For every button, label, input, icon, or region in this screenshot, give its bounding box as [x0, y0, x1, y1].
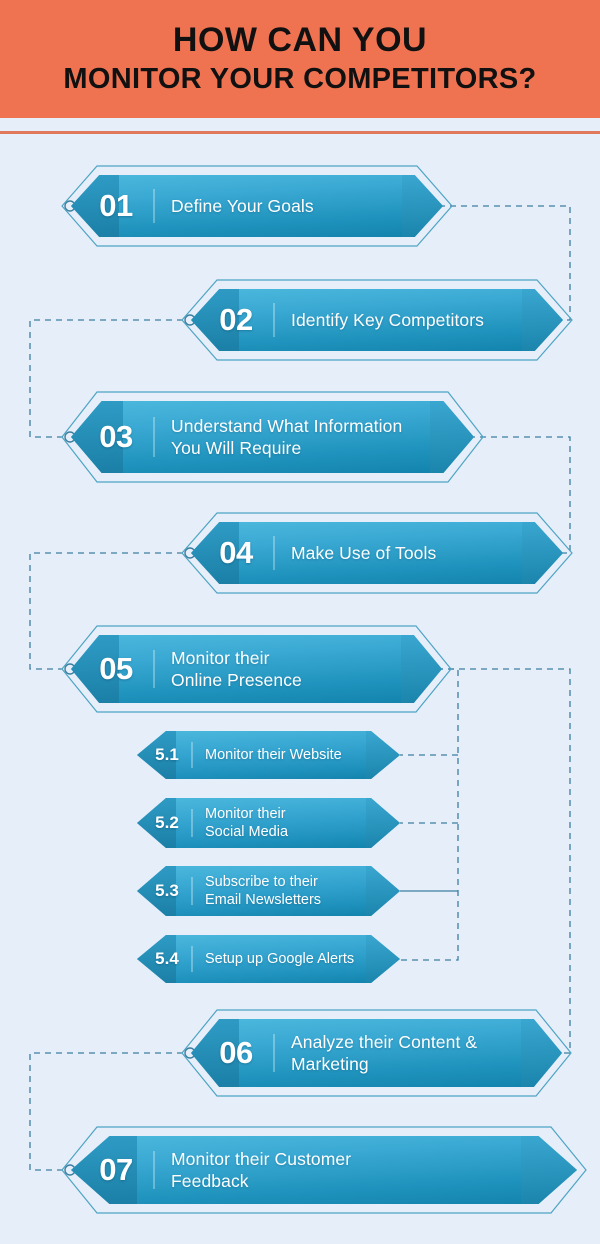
substep-number-5-2: 5.2: [155, 813, 179, 832]
substep-number-5-3: 5.3: [155, 881, 179, 900]
step-label-01: Define Your Goals: [171, 195, 314, 216]
substep-node-5-4[interactable]: 5.4 Setup up Google Alerts: [137, 935, 400, 983]
step-number-07: 07: [99, 1152, 133, 1187]
substep-node-5-3[interactable]: 5.3 Subscribe to their Email Newsletters: [137, 866, 400, 916]
step-body-06: 06 Analyze their Content & Marketing: [191, 1019, 562, 1087]
step-label-03: Understand What Information You Will Requ…: [171, 415, 403, 458]
wire-05-to-substeps-bus: [400, 668, 459, 961]
page-title-line-2: MONITOR YOUR COMPETITORS?: [63, 62, 537, 95]
substep-label-5-3: Subscribe to their Email Newsletters: [205, 873, 322, 908]
step-label-06: Analyze their Content & Marketing: [291, 1031, 478, 1074]
page-title-line-1: HOW CAN YOU: [172, 20, 428, 59]
substep-node-5-1[interactable]: 5.1 Monitor their Website: [137, 731, 400, 779]
step-node-01[interactable]: 01 Define Your Goals: [62, 166, 452, 246]
step-node-03[interactable]: 03 Understand What Information You Will R…: [62, 392, 483, 482]
substep-label-5-4: Setup up Google Alerts: [205, 950, 355, 967]
step-body-02: 02 Identify Key Competitors: [191, 289, 563, 351]
substep-node-5-2[interactable]: 5.2 Monitor their Social Media: [137, 798, 400, 848]
step-node-05[interactable]: 05 Monitor their Online Presence: [62, 626, 451, 712]
substep-number-5-4: 5.4: [155, 949, 179, 968]
step-label-02: Identify Key Competitors: [291, 309, 485, 330]
step-node-02[interactable]: 02 Identify Key Competitors: [182, 280, 572, 360]
step-body-07: 07 Monitor their Customer Feedback: [71, 1136, 577, 1204]
step-number-03: 03: [99, 419, 133, 454]
step-number-01: 01: [99, 188, 133, 223]
step-number-05: 05: [99, 651, 133, 686]
page-header: HOW CAN YOU MONITOR YOUR COMPETITORS?: [0, 0, 600, 118]
step-label-05: Monitor their Online Presence: [171, 647, 302, 690]
substep-number-5-1: 5.1: [155, 745, 179, 764]
step-body-03: 03 Understand What Information You Will R…: [71, 401, 474, 473]
substep-label-5-2: Monitor their Social Media: [205, 805, 289, 840]
wire-05-to-06: [415, 668, 571, 1054]
step-node-07[interactable]: 07 Monitor their Customer Feedback: [62, 1127, 586, 1213]
step-number-04: 04: [219, 535, 253, 570]
step-number-02: 02: [219, 302, 253, 337]
step-node-04[interactable]: 04 Make Use of Tools: [182, 513, 572, 593]
step-body-04: 04 Make Use of Tools: [191, 522, 563, 584]
substep-label-5-1: Monitor their Website: [205, 746, 342, 763]
step-node-06[interactable]: 06 Analyze their Content & Marketing: [182, 1010, 571, 1096]
header-divider-rule: [0, 131, 600, 134]
step-number-06: 06: [219, 1035, 253, 1070]
step-label-07: Monitor their Customer Feedback: [171, 1148, 352, 1191]
step-body-05: 05 Monitor their Online Presence: [71, 635, 442, 703]
step-body-01: 01 Define Your Goals: [71, 175, 443, 237]
step-label-04: Make Use of Tools: [291, 542, 437, 563]
